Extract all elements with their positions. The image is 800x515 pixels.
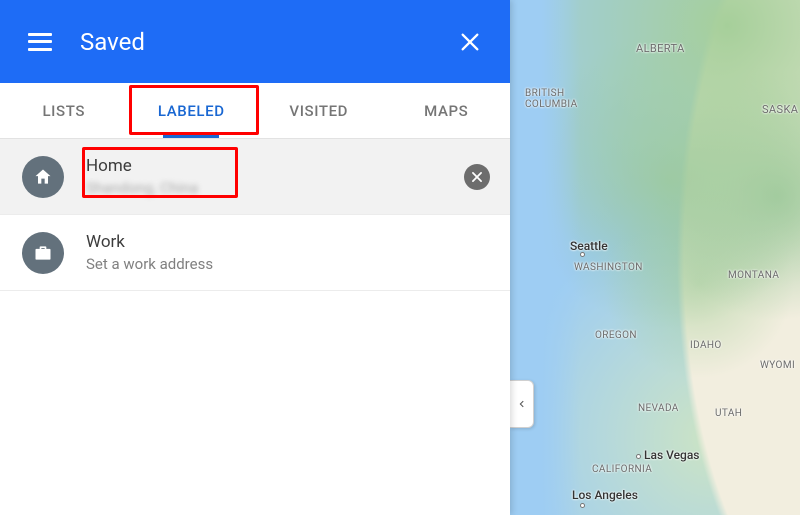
close-button[interactable] xyxy=(450,22,490,62)
header-bar: Saved xyxy=(0,0,510,83)
map-region-label: BRITISH COLUMBIA xyxy=(525,88,578,110)
city-dot xyxy=(636,454,641,459)
labeled-item-sub: Shandong, China xyxy=(86,179,464,197)
tab-visited[interactable]: VISITED xyxy=(255,83,383,138)
saved-panel: Saved LISTS LABELED VISITED MAPS Home Sh… xyxy=(0,0,510,515)
page-title: Saved xyxy=(80,28,450,56)
home-icon xyxy=(22,156,64,198)
map-view[interactable]: ALBERTA BRITISH COLUMBIA SASKA WASHINGTO… xyxy=(510,0,800,515)
labeled-list: Home Shandong, China Work Set a work add… xyxy=(0,139,510,515)
city-label: Las Vegas xyxy=(644,448,699,462)
map-region-label: IDAHO xyxy=(690,340,722,351)
chevron-left-icon xyxy=(517,397,527,411)
map-region-label: NEVADA xyxy=(638,403,679,414)
tabs-bar: LISTS LABELED VISITED MAPS xyxy=(0,83,510,139)
labeled-item-work[interactable]: Work Set a work address xyxy=(0,215,510,291)
tab-maps[interactable]: MAPS xyxy=(383,83,511,138)
map-region-label: MONTANA xyxy=(728,270,779,281)
map-region-label: UTAH xyxy=(715,408,742,419)
close-icon xyxy=(459,31,481,53)
labeled-item-texts: Work Set a work address xyxy=(86,232,490,272)
map-region-label: SASKA xyxy=(762,103,798,116)
tab-lists[interactable]: LISTS xyxy=(0,83,128,138)
city-dot xyxy=(580,503,585,508)
clear-home-button[interactable] xyxy=(464,164,490,190)
city-label: Los Angeles xyxy=(572,488,638,502)
map-region-label: WYOMI xyxy=(760,360,795,371)
tab-labeled[interactable]: LABELED xyxy=(128,83,256,138)
map-coast xyxy=(510,0,580,515)
map-region-label: CALIFORNIA xyxy=(592,464,652,475)
menu-icon[interactable] xyxy=(26,28,54,56)
labeled-item-sub: Set a work address xyxy=(86,255,490,273)
city-label: Seattle xyxy=(570,239,608,253)
map-region-label: ALBERTA xyxy=(636,42,685,55)
map-region-label: OREGON xyxy=(595,330,637,341)
briefcase-icon xyxy=(22,232,64,274)
close-icon xyxy=(470,170,484,184)
collapse-panel-button[interactable] xyxy=(510,380,534,428)
labeled-item-home[interactable]: Home Shandong, China xyxy=(0,139,510,215)
map-region-label: WASHINGTON xyxy=(574,262,643,273)
labeled-item-texts: Home Shandong, China xyxy=(86,156,464,196)
labeled-item-label: Work xyxy=(86,232,490,253)
labeled-item-label: Home xyxy=(86,156,464,177)
